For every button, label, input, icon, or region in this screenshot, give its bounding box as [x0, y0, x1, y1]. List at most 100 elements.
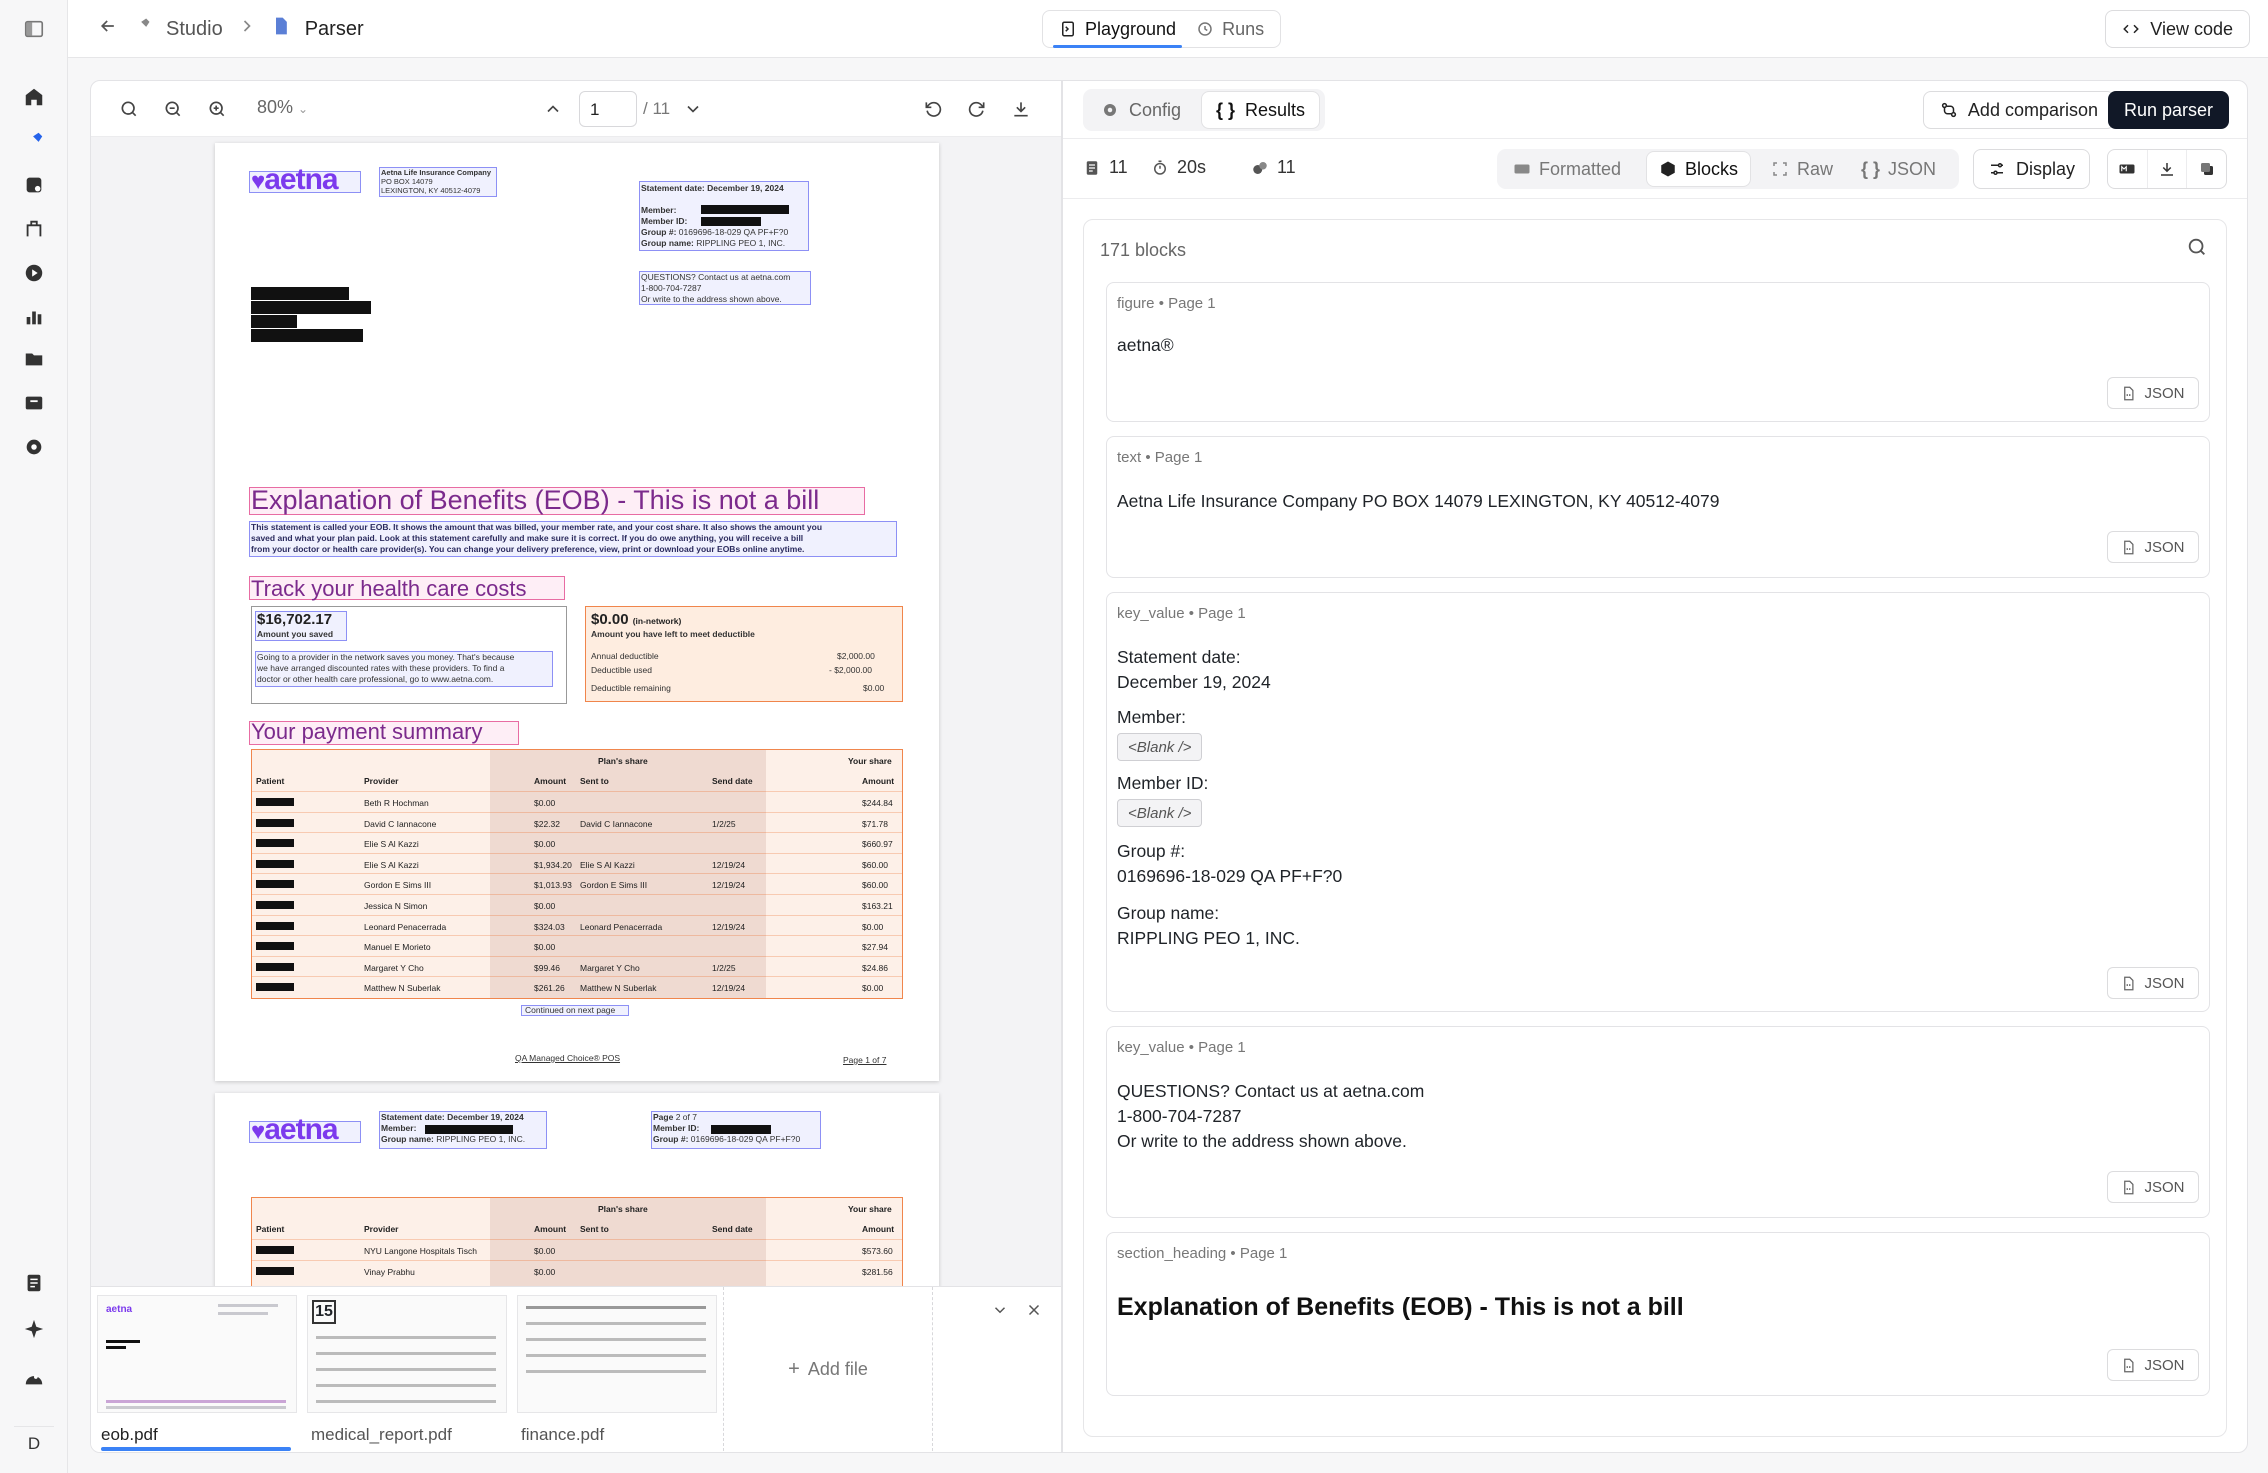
doc-address-1: PO BOX 14079 [381, 177, 433, 186]
breadcrumb-studio[interactable]: Studio [166, 18, 223, 41]
add-comparison-button[interactable]: Add comparison [1922, 91, 2115, 129]
user-avatar[interactable]: D [14, 1426, 54, 1460]
cell-sent-to: Matthew N Suberlak [580, 983, 657, 994]
copy-icon[interactable] [2187, 150, 2226, 188]
zoom-out-icon[interactable] [159, 95, 187, 123]
redaction [256, 983, 294, 992]
search-icon[interactable] [115, 95, 143, 123]
file-name-0[interactable]: eob.pdf [101, 1425, 158, 1445]
block-json-button[interactable]: JSON [2107, 531, 2199, 563]
view-code-button[interactable]: View code [2105, 10, 2250, 48]
blocks-list[interactable]: 171 blocks figure • Page 1 aetna® JSON t… [1083, 219, 2227, 1437]
block-json-button[interactable]: JSON [2107, 967, 2199, 999]
tab-raw[interactable]: Raw [1759, 152, 1845, 186]
tab-results[interactable]: { } Results [1201, 91, 1321, 129]
table-row: NYU Langone Hospitals Tisch $0.00 $573.60 [252, 1239, 902, 1260]
docs-icon[interactable] [17, 1266, 51, 1300]
zoom-select[interactable]: 80% ⌄ [257, 97, 308, 118]
thumb-form-number: 15 [312, 1300, 336, 1324]
play-icon[interactable] [17, 256, 51, 290]
collapse-chevron-icon[interactable] [987, 1297, 1013, 1323]
doc-insurer: Aetna Life Insurance Company [381, 168, 492, 177]
back-arrow-icon[interactable] [98, 16, 118, 42]
home-icon[interactable] [17, 80, 51, 114]
display-button[interactable]: Display [1973, 149, 2091, 189]
file-name-1[interactable]: medical_report.pdf [311, 1425, 452, 1445]
page-number-input[interactable]: 1 [579, 91, 637, 127]
prev-page-icon[interactable] [539, 95, 567, 123]
tab-raw-label: Raw [1797, 158, 1834, 179]
pages-icon [1086, 160, 1098, 175]
cell-provider: Gordon E Sims III [364, 880, 432, 891]
table-row: Jessica N Simon $0.00 $163.21 [252, 894, 902, 915]
run-parser-button[interactable]: Run parser [2107, 91, 2229, 129]
download-icon[interactable] [1007, 95, 1035, 123]
extract-icon[interactable] [17, 168, 51, 202]
block-card[interactable]: text • Page 1 Aetna Life Insurance Compa… [1106, 436, 2210, 578]
sliders-icon [1991, 163, 2003, 175]
tab-runs[interactable]: Runs [1186, 11, 1274, 47]
thumbnail-finance[interactable] [517, 1295, 717, 1413]
stopwatch-icon [1154, 160, 1166, 175]
document-viewer[interactable]: ♥aetna Aetna Life Insurance Company PO B… [91, 137, 1061, 1286]
block-text: aetna® [1117, 335, 1174, 355]
cell-your: $60.00 [862, 880, 888, 891]
cell-amount: $0.00 [534, 901, 556, 911]
add-file-button[interactable]: + Add file [723, 1287, 933, 1451]
tab-playground[interactable]: Playground [1049, 11, 1186, 48]
aetna-logo-text: aetna [264, 1113, 338, 1146]
redaction [251, 287, 349, 300]
folder-icon[interactable] [17, 342, 51, 376]
doc-col-amount-2: Amount [862, 776, 895, 786]
cell-send-date: 1/2/25 [712, 818, 736, 829]
doc-p2-col-sent-to: Sent to [580, 1224, 609, 1234]
search-icon[interactable] [2186, 236, 2212, 262]
table-row: Elie S Al Kazzi $0.00 $660.97 [252, 832, 902, 853]
table-row: Manuel E Morieto $0.00 $27.94 [252, 935, 902, 956]
thumbnail-eob[interactable]: aetna [97, 1295, 297, 1413]
sparkle-icon[interactable] [17, 1312, 51, 1346]
next-page-icon[interactable] [679, 95, 707, 123]
analytics-icon[interactable] [17, 300, 51, 334]
block-card[interactable]: key_value • Page 1 QUESTIONS? Contact us… [1106, 1026, 2210, 1218]
settings-icon[interactable] [17, 430, 51, 464]
tab-playground-label: Playground [1085, 18, 1177, 39]
block-json-button[interactable]: JSON [2107, 377, 2199, 409]
cell-your: $660.97 [862, 839, 893, 850]
cell-amount: $0.00 [534, 1266, 556, 1277]
rotate-left-icon[interactable] [919, 95, 947, 123]
doc-plans-share: Plan's share [598, 756, 648, 766]
cell-amount: $0.00 [534, 1246, 556, 1256]
block-json-button[interactable]: JSON [2107, 1349, 2199, 1381]
doc-continued: Continued on next page [525, 1005, 616, 1015]
rotate-right-icon[interactable] [963, 95, 991, 123]
stat-credits-value: 11 [1277, 157, 1296, 177]
table-header-row: Patient Provider Amount Sent to Send dat… [252, 770, 902, 791]
doc-p2-col-provider: Provider [364, 1224, 399, 1234]
file-json-icon [2124, 540, 2134, 554]
close-icon[interactable] [1021, 1297, 1047, 1323]
thumbnail-medical-report[interactable]: 15 [307, 1295, 507, 1413]
document-page-2: ♥aetna Statement date: December 19, 2024… [215, 1093, 939, 1286]
cell-your: $573.60 [862, 1246, 893, 1256]
file-name-2[interactable]: finance.pdf [521, 1425, 604, 1445]
tab-json-label: JSON [1888, 158, 1937, 179]
doc-used-value: - $2,000.00 [829, 665, 873, 675]
zoom-in-icon[interactable] [203, 95, 231, 123]
parser-icon[interactable] [17, 124, 51, 158]
tab-config[interactable]: Config [1087, 91, 1195, 129]
tab-blocks[interactable]: Blocks [1647, 152, 1751, 186]
tab-formatted[interactable]: Formatted [1501, 152, 1633, 186]
block-card[interactable]: section_heading • Page 1 Explanation of … [1106, 1232, 2210, 1396]
block-card[interactable]: figure • Page 1 aetna® JSON [1106, 282, 2210, 422]
batch-icon[interactable] [17, 386, 51, 420]
block-card[interactable]: key_value • Page 1 Statement date: Decem… [1106, 592, 2210, 1012]
doc-eob-intro-2: saved and what your plan paid. Look at t… [251, 533, 804, 543]
support-icon[interactable] [17, 1360, 51, 1394]
markdown-export-icon[interactable] [2108, 150, 2148, 188]
block-json-button[interactable]: JSON [2107, 1171, 2199, 1203]
split-icon[interactable] [17, 212, 51, 246]
sidebar-toggle-icon[interactable] [17, 12, 51, 46]
download-icon[interactable] [2148, 150, 2188, 188]
tab-json[interactable]: { } JSON [1849, 152, 1948, 186]
